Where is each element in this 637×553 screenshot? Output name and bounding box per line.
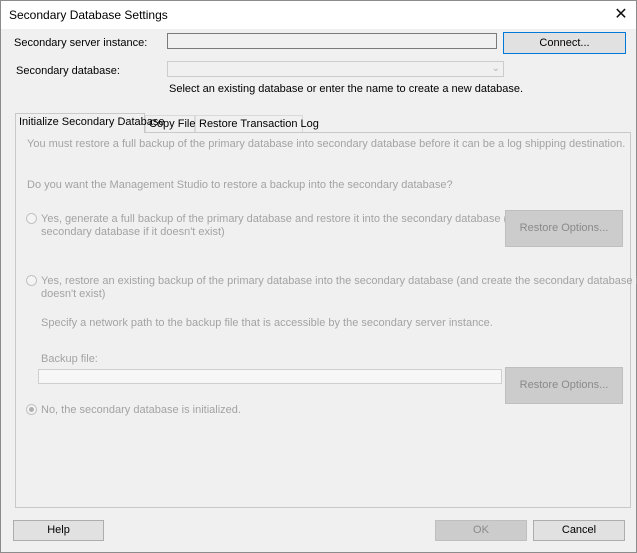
server-instance-label: Secondary server instance: — [14, 37, 148, 49]
secondary-database-combobox[interactable]: ⌄ — [167, 61, 504, 77]
dialog-title: Secondary Database Settings — [9, 8, 168, 22]
network-path-note: Specify a network path to the backup fil… — [41, 317, 493, 329]
help-button[interactable]: Help — [13, 520, 104, 541]
intro-text: You must restore a full backup of the pr… — [27, 138, 626, 150]
radio-already-initialized[interactable] — [26, 404, 37, 415]
cancel-button[interactable]: Cancel — [533, 520, 625, 541]
ok-button[interactable]: OK — [435, 520, 527, 541]
server-instance-field — [167, 33, 497, 49]
dialog-window: Secondary Database Settings ✕ Secondary … — [0, 0, 637, 553]
secondary-database-hint: Select an existing database or enter the… — [169, 83, 524, 95]
option-restore-existing-line1: Yes, restore an existing backup of the p… — [41, 275, 637, 287]
radio-restore-existing-backup[interactable] — [26, 275, 37, 286]
title-bar: Secondary Database Settings ✕ — [1, 1, 636, 29]
restore-question: Do you want the Management Studio to res… — [27, 179, 453, 191]
restore-options-button-1[interactable]: Restore Options... — [505, 210, 623, 247]
radio-generate-full-backup[interactable] — [26, 213, 37, 224]
option-already-initialized: No, the secondary database is initialize… — [41, 404, 241, 416]
option-generate-backup-line2: secondary database if it doesn't exist) — [41, 226, 225, 238]
restore-options-button-2[interactable]: Restore Options... — [505, 367, 623, 404]
chevron-down-icon: ⌄ — [491, 63, 500, 74]
option-generate-backup-line1: Yes, generate a full backup of the prima… — [41, 213, 578, 225]
connect-button[interactable]: Connect... — [503, 32, 626, 54]
option-restore-existing-line2: doesn't exist) — [41, 288, 106, 300]
close-icon[interactable]: ✕ — [606, 1, 636, 29]
backup-file-label: Backup file: — [41, 353, 98, 365]
tab-initialize-secondary-database[interactable]: Initialize Secondary Database — [15, 113, 165, 133]
tab-restore-transaction-log[interactable]: Restore Transaction Log — [195, 115, 319, 132]
secondary-database-label: Secondary database: — [16, 65, 120, 77]
backup-file-field[interactable] — [38, 369, 502, 384]
